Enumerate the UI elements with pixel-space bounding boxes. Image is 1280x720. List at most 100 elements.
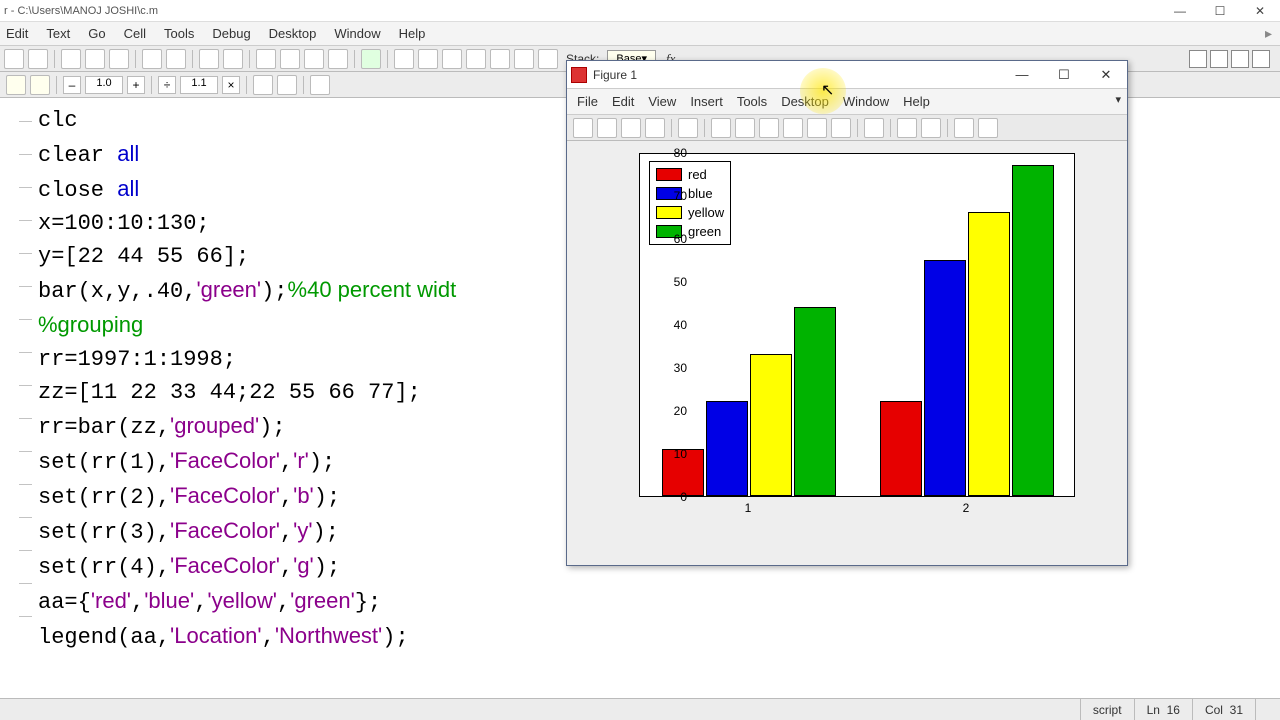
eval-cell-icon[interactable] [6, 75, 26, 95]
legend[interactable]: redblueyellowgreen [649, 161, 731, 245]
back-icon[interactable] [280, 49, 300, 69]
layout-2-icon[interactable] [1210, 50, 1228, 68]
fig-menu-insert[interactable]: Insert [690, 94, 723, 109]
fig-legend-icon[interactable] [921, 118, 941, 138]
fig-colorbar-icon[interactable] [897, 118, 917, 138]
zoom-close-button[interactable]: × [222, 76, 240, 94]
status-flag [1255, 699, 1280, 720]
ytick-label: 10 [674, 447, 687, 461]
cut-icon[interactable] [61, 49, 81, 69]
eval-advance-icon[interactable] [30, 75, 50, 95]
fig-maximize-button[interactable]: ☐ [1043, 62, 1085, 88]
fig-minimize-button[interactable]: — [1001, 62, 1043, 88]
find-icon[interactable] [256, 49, 276, 69]
figure-window[interactable]: Figure 1 — ☐ ✕ File Edit View Insert Too… [566, 60, 1128, 566]
ytick-label: 0 [680, 490, 687, 504]
ytick-label: 70 [674, 189, 687, 203]
fig-menu-file[interactable]: File [577, 94, 598, 109]
legend-row-blue: blue [656, 184, 724, 203]
menu-edit[interactable]: Edit [6, 26, 28, 41]
line-gutter [8, 104, 38, 714]
layout-4-icon[interactable] [1252, 50, 1270, 68]
step-out-icon[interactable] [490, 49, 510, 69]
fig-hide-icon[interactable] [954, 118, 974, 138]
legend-swatch-yellow [656, 206, 682, 219]
menu-help[interactable]: Help [399, 26, 426, 41]
layout-1-icon[interactable] [1189, 50, 1207, 68]
close-button[interactable]: ✕ [1240, 1, 1280, 21]
xtick-label: 1 [745, 501, 752, 515]
bar-red-g2 [880, 401, 922, 496]
fig-open-icon[interactable] [597, 118, 617, 138]
fig-print-icon[interactable] [645, 118, 665, 138]
fig-link-icon[interactable] [864, 118, 884, 138]
zoom-val1[interactable]: 1.0 [85, 76, 123, 94]
fig-menu-window[interactable]: Window [843, 94, 889, 109]
menu-cell[interactable]: Cell [124, 26, 146, 41]
menu-go[interactable]: Go [88, 26, 105, 41]
minimize-button[interactable]: — [1160, 1, 1200, 21]
step-icon[interactable] [442, 49, 462, 69]
menu-tools[interactable]: Tools [164, 26, 194, 41]
fig-menu-overflow-icon[interactable]: ▾ [1115, 93, 1121, 106]
zoom-inc-button[interactable]: + [127, 76, 145, 94]
fig-datacursor-icon[interactable] [807, 118, 827, 138]
fig-zoomout-icon[interactable] [735, 118, 755, 138]
fig-zoomin-icon[interactable] [711, 118, 731, 138]
menu-text[interactable]: Text [46, 26, 70, 41]
save-icon[interactable] [28, 49, 48, 69]
figure-titlebar[interactable]: Figure 1 — ☐ ✕ [567, 61, 1127, 89]
print-icon[interactable] [199, 49, 219, 69]
goto-icon[interactable] [328, 49, 348, 69]
breakpoint-icon[interactable] [394, 49, 414, 69]
status-line: Ln 16 [1134, 699, 1192, 720]
fig-dock-icon[interactable] [978, 118, 998, 138]
status-mode: script [1080, 699, 1134, 720]
bar-blue-g2 [924, 260, 966, 497]
clear-bp-icon[interactable] [418, 49, 438, 69]
fig-close-button[interactable]: ✕ [1085, 62, 1127, 88]
menu-overflow-icon[interactable]: ▸ [1265, 25, 1280, 42]
undo-icon[interactable] [142, 49, 162, 69]
menu-desktop[interactable]: Desktop [269, 26, 317, 41]
fig-menu-edit[interactable]: Edit [612, 94, 634, 109]
layout-3-icon[interactable] [1231, 50, 1249, 68]
fig-menu-tools[interactable]: Tools [737, 94, 767, 109]
step-in-icon[interactable] [466, 49, 486, 69]
fig-menu-view[interactable]: View [648, 94, 676, 109]
menu-debug[interactable]: Debug [212, 26, 250, 41]
fig-rotate-icon[interactable] [783, 118, 803, 138]
legend-label: yellow [688, 205, 724, 220]
menu-window[interactable]: Window [334, 26, 380, 41]
zoom-div-button[interactable]: ÷ [158, 76, 176, 94]
ytick-label: 80 [674, 146, 687, 160]
fig-pointer-icon[interactable] [678, 118, 698, 138]
fig-new-icon[interactable] [573, 118, 593, 138]
code-text[interactable]: clc clear all close all x=100:10:130; y=… [38, 104, 456, 714]
copy-icon[interactable] [85, 49, 105, 69]
stop-icon[interactable] [538, 49, 558, 69]
fig-menu-help[interactable]: Help [903, 94, 930, 109]
continue-icon[interactable] [514, 49, 534, 69]
cell-icon-2[interactable] [277, 75, 297, 95]
preview-icon[interactable] [223, 49, 243, 69]
paste-icon[interactable] [109, 49, 129, 69]
fig-menu-desktop[interactable]: Desktop [781, 94, 829, 109]
run-icon[interactable] [361, 49, 381, 69]
zoom-val2[interactable]: 1.1 [180, 76, 218, 94]
legend-label: red [688, 167, 707, 182]
xtick-label: 2 [963, 501, 970, 515]
cell-icon-1[interactable] [253, 75, 273, 95]
fig-pan-icon[interactable] [759, 118, 779, 138]
maximize-button[interactable]: ☐ [1200, 1, 1240, 21]
fig-save-icon[interactable] [621, 118, 641, 138]
forward-icon[interactable] [304, 49, 324, 69]
publish-icon[interactable] [310, 75, 330, 95]
menu-bar: Edit Text Go Cell Tools Debug Desktop Wi… [0, 22, 1280, 46]
new-icon[interactable] [4, 49, 24, 69]
zoom-dec-button[interactable]: – [63, 76, 81, 94]
redo-icon[interactable] [166, 49, 186, 69]
fig-brush-icon[interactable] [831, 118, 851, 138]
ytick-label: 20 [674, 404, 687, 418]
bar-blue-g1 [706, 401, 748, 496]
